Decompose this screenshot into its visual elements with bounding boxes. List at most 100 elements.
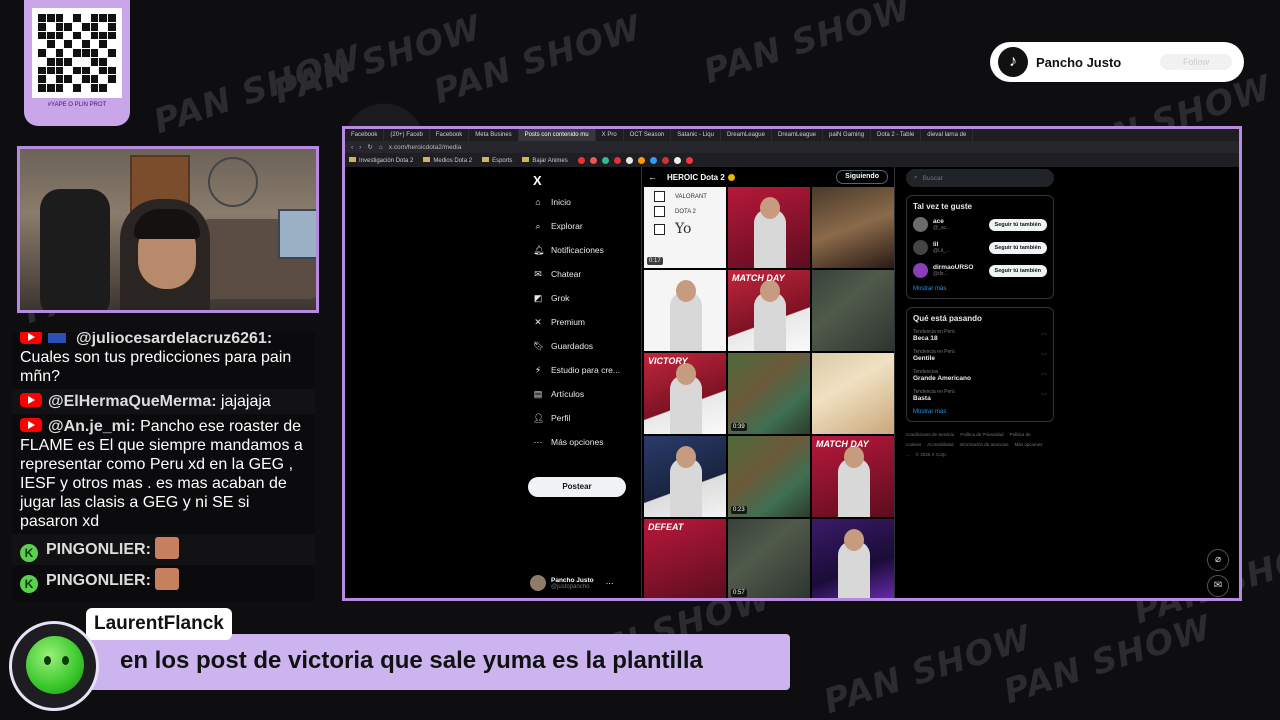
browser-tab[interactable]: Facebook <box>430 129 470 141</box>
bookmark-icon[interactable] <box>685 156 693 164</box>
url-field[interactable]: x.com/heroicdota2/media <box>389 144 462 151</box>
browser-window: Facebook (20+) Faceb Facebook Meta Busines P… <box>342 126 1242 601</box>
bookmark-icon[interactable] <box>601 156 609 164</box>
more-icon[interactable]: ⋯ <box>606 579 614 588</box>
tiktok-card: ♪ Pancho Justo Follow <box>990 42 1244 82</box>
nav-item-inicio[interactable]: ⌂ Inicio <box>533 197 571 207</box>
browser-tab[interactable]: DreamLeague <box>772 129 824 141</box>
bookmark-icon[interactable] <box>649 156 657 164</box>
checklist-line: VALORANT <box>654 191 726 202</box>
browser-tab[interactable]: (20+) Faceb <box>384 129 430 141</box>
nav-item-artículos[interactable]: ▤ Artículos <box>533 389 584 399</box>
media-thumbnail[interactable]: MATCH DAY <box>812 436 894 517</box>
avatar <box>530 575 546 591</box>
home-icon[interactable]: ⌂ <box>379 144 383 151</box>
browser-tab[interactable]: Dota 2 - Table <box>871 129 922 141</box>
browser-tab[interactable]: dieval larna de <box>921 129 974 141</box>
nav-item-guardados[interactable]: 🔖︎ Guardados <box>533 341 593 351</box>
follow-back-button[interactable]: Seguir tú también <box>988 218 1047 231</box>
footer-link[interactable]: Condiciones de Servicio <box>906 432 954 437</box>
media-grid: VALORANT DOTA 2 Yo 0:17 MATCH DAY VICTORY 0:39… <box>644 187 894 598</box>
video-duration: 0:57 <box>731 589 747 597</box>
trend-item[interactable]: Tendencias Grande Americano ⋯ <box>913 369 1047 382</box>
nav-item-perfil[interactable]: 👤︎ Perfil <box>533 413 570 423</box>
nav-item-estudio-para-cre[interactable]: ⚡︎ Estudio para cre... <box>533 365 620 375</box>
bookmark-icon[interactable] <box>625 156 633 164</box>
nav-item-premium[interactable]: ✕ Premium <box>533 317 585 327</box>
media-thumbnail[interactable] <box>812 353 894 434</box>
bookmark-folder[interactable]: Investigación Dota 2 <box>349 156 413 164</box>
media-thumbnail[interactable] <box>812 187 894 268</box>
checklist-line: DOTA 2 <box>654 206 726 217</box>
search-icon: ⌕ <box>535 221 541 231</box>
nav-item-chatear[interactable]: ✉ Chatear <box>533 269 581 279</box>
nav-item-grok[interactable]: ◩ Grok <box>533 293 570 303</box>
nav-item-explorar[interactable]: ⌕ Explorar <box>533 221 582 231</box>
mail-icon: ✉ <box>534 269 542 279</box>
media-thumbnail[interactable]: 0:39 <box>728 353 810 434</box>
grok-icon[interactable]: ⌀ <box>1207 549 1229 571</box>
trend-item[interactable]: Tendencia en Perú Gentile ⋯ <box>913 349 1047 362</box>
footer-link[interactable]: Accesibilidad <box>927 442 953 447</box>
follow-back-button[interactable]: Seguir tú también <box>988 241 1047 254</box>
back-icon[interactable]: ‹ <box>351 144 353 151</box>
tiktok-follow-button[interactable]: Follow <box>1160 54 1232 70</box>
bookmark-icon[interactable] <box>613 156 621 164</box>
nav-item-más-opciones[interactable]: ⋯ Más opciones <box>533 437 604 447</box>
media-thumbnail[interactable]: 0:23 <box>728 436 810 517</box>
post-button[interactable]: Postear <box>528 477 626 497</box>
more-icon[interactable]: ⋯ <box>1041 331 1047 338</box>
media-thumbnail[interactable] <box>812 270 894 351</box>
browser-tab[interactable]: OCT Season <box>624 129 672 141</box>
bolt-icon: ⚡︎ <box>534 365 542 375</box>
browser-tab[interactable]: DreamLeague <box>721 129 772 141</box>
bookmark-folder[interactable]: Bajar Animes <box>522 156 568 164</box>
browser-tab[interactable]: X Pro <box>596 129 624 141</box>
bookmark-icon[interactable] <box>673 156 681 164</box>
media-thumbnail[interactable] <box>812 519 894 598</box>
footer-link[interactable]: Política de Privacidad <box>960 432 1003 437</box>
bookmark-icon[interactable] <box>637 156 645 164</box>
browser-tab[interactable]: Facebook <box>345 129 385 141</box>
show-more-link[interactable]: Mostrar más <box>913 286 1047 292</box>
bookmark-icon[interactable] <box>577 156 585 164</box>
messages-icon[interactable]: ✉ <box>1207 575 1229 597</box>
media-thumbnail[interactable]: MATCH DAY <box>728 270 810 351</box>
reload-icon[interactable]: ↻ <box>367 143 372 151</box>
forward-icon[interactable]: › <box>359 144 361 151</box>
bookmark-folder[interactable]: Medios Dota 2 <box>423 156 472 164</box>
bookmark-icon[interactable] <box>661 156 669 164</box>
bookmark-icon[interactable] <box>589 156 597 164</box>
media-thumbnail[interactable]: DEFEAT <box>644 519 726 598</box>
show-more-link[interactable]: Mostrar más <box>913 409 1047 415</box>
footer-link[interactable]: © 2026 X Corp. <box>916 452 947 457</box>
browser-tab[interactable]: Meta Busines <box>469 129 519 141</box>
media-thumbnail[interactable]: VICTORY <box>644 353 726 434</box>
chat-message: @ElHermaQueMerma: jajajaja <box>12 389 315 414</box>
follow-back-button[interactable]: Seguir tú también <box>988 264 1047 277</box>
media-thumbnail[interactable] <box>644 270 726 351</box>
footer-link[interactable]: Información de anuncios <box>960 442 1009 447</box>
back-arrow-icon[interactable]: ← <box>648 172 657 182</box>
media-thumbnail[interactable]: 0:57 <box>728 519 810 598</box>
browser-tab[interactable]: Posts con contenido mu <box>518 129 596 141</box>
bookmark-folder[interactable]: Esports <box>482 156 512 164</box>
more-icon[interactable]: ⋯ <box>1041 351 1047 358</box>
media-thumbnail[interactable]: VALORANT DOTA 2 Yo 0:17 <box>644 187 726 268</box>
browser-tab[interactable]: Satanic - Liqu <box>671 129 721 141</box>
trend-item[interactable]: Tendencia en Perú Beca 18 ⋯ <box>913 329 1047 342</box>
nav-item-notificaciones[interactable]: 🔔︎ Notificaciones <box>533 245 604 255</box>
media-thumbnail[interactable] <box>728 187 810 268</box>
following-button[interactable]: Siguiendo <box>836 170 888 184</box>
trend-item[interactable]: Tendencia en Perú Basta ⋯ <box>913 389 1047 402</box>
media-thumbnail[interactable] <box>644 436 726 517</box>
account-switcher[interactable]: Pancho Justo @justopancho ⋯ <box>530 575 614 591</box>
browser-tab[interactable]: paiN Gaming <box>823 129 872 141</box>
more-icon[interactable]: ⋯ <box>1041 391 1047 398</box>
x-logo-icon[interactable]: X <box>533 173 542 188</box>
trend-topic: Grande Americano <box>913 375 971 382</box>
search-input[interactable]: ⌕ Buscar <box>906 169 1054 187</box>
more-icon[interactable]: ⋯ <box>1041 371 1047 378</box>
suggestion-row: ace @_ac... Seguir tú también <box>913 217 1047 232</box>
checkbox-icon <box>654 191 665 202</box>
